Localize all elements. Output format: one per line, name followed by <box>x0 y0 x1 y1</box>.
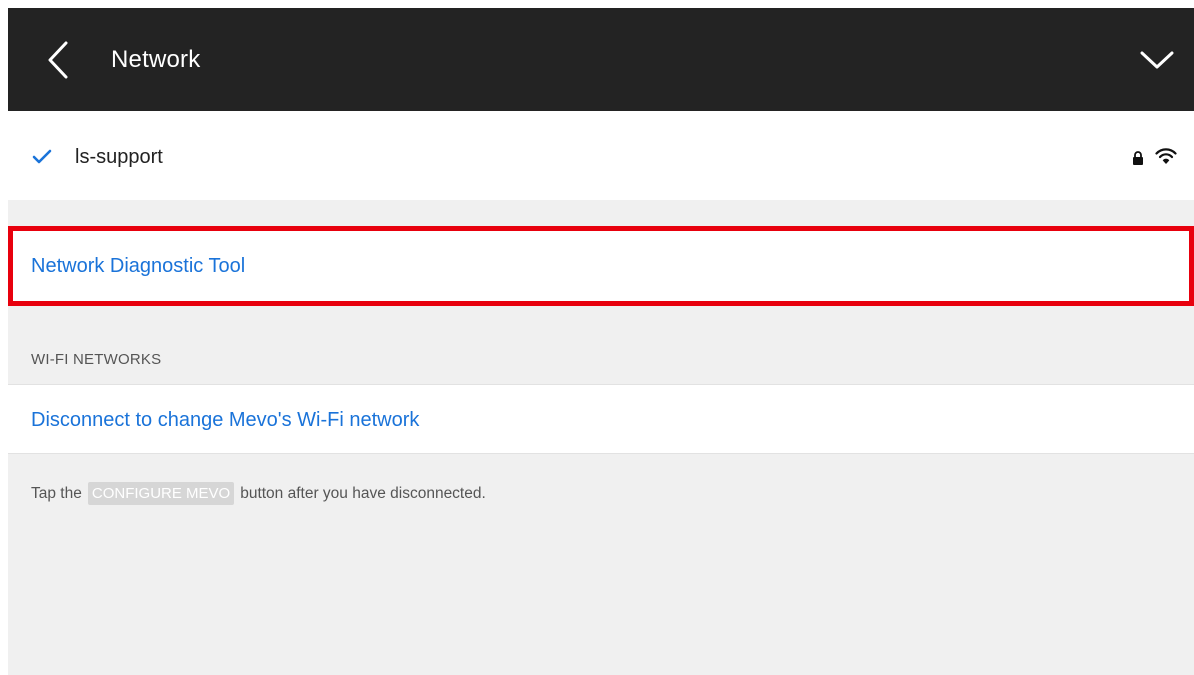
configure-mevo-badge: CONFIGURE MEVO <box>87 482 235 505</box>
hint-prefix: Tap the <box>31 484 82 502</box>
wifi-icon <box>1155 147 1177 170</box>
disconnect-link[interactable]: Disconnect to change Mevo's Wi-Fi networ… <box>31 409 419 432</box>
disconnect-row[interactable]: Disconnect to change Mevo's Wi-Fi networ… <box>8 384 1194 454</box>
hint-suffix: button after you have disconnected. <box>240 484 486 502</box>
wifi-networks-section-header: WI-FI NETWORKS <box>31 351 162 368</box>
header-bar: Network <box>8 8 1194 111</box>
network-diagnostic-tool-row[interactable]: Network Diagnostic Tool <box>8 226 1194 306</box>
checkmark-icon <box>32 149 52 170</box>
current-network-row[interactable]: ls-support <box>8 111 1194 200</box>
back-button[interactable] <box>36 38 80 82</box>
lock-icon <box>1132 151 1144 171</box>
collapse-button[interactable] <box>1132 38 1182 82</box>
network-settings-screen: Network ls-support Network Diagnostic To… <box>8 8 1194 675</box>
chevron-down-icon <box>1140 51 1174 69</box>
current-network-name: ls-support <box>75 146 163 168</box>
network-diagnostic-tool-link[interactable]: Network Diagnostic Tool <box>31 255 245 278</box>
chevron-left-icon <box>48 41 68 79</box>
disconnect-hint: Tap the CONFIGURE MEVO button after you … <box>31 482 486 505</box>
page-title: Network <box>111 46 201 73</box>
